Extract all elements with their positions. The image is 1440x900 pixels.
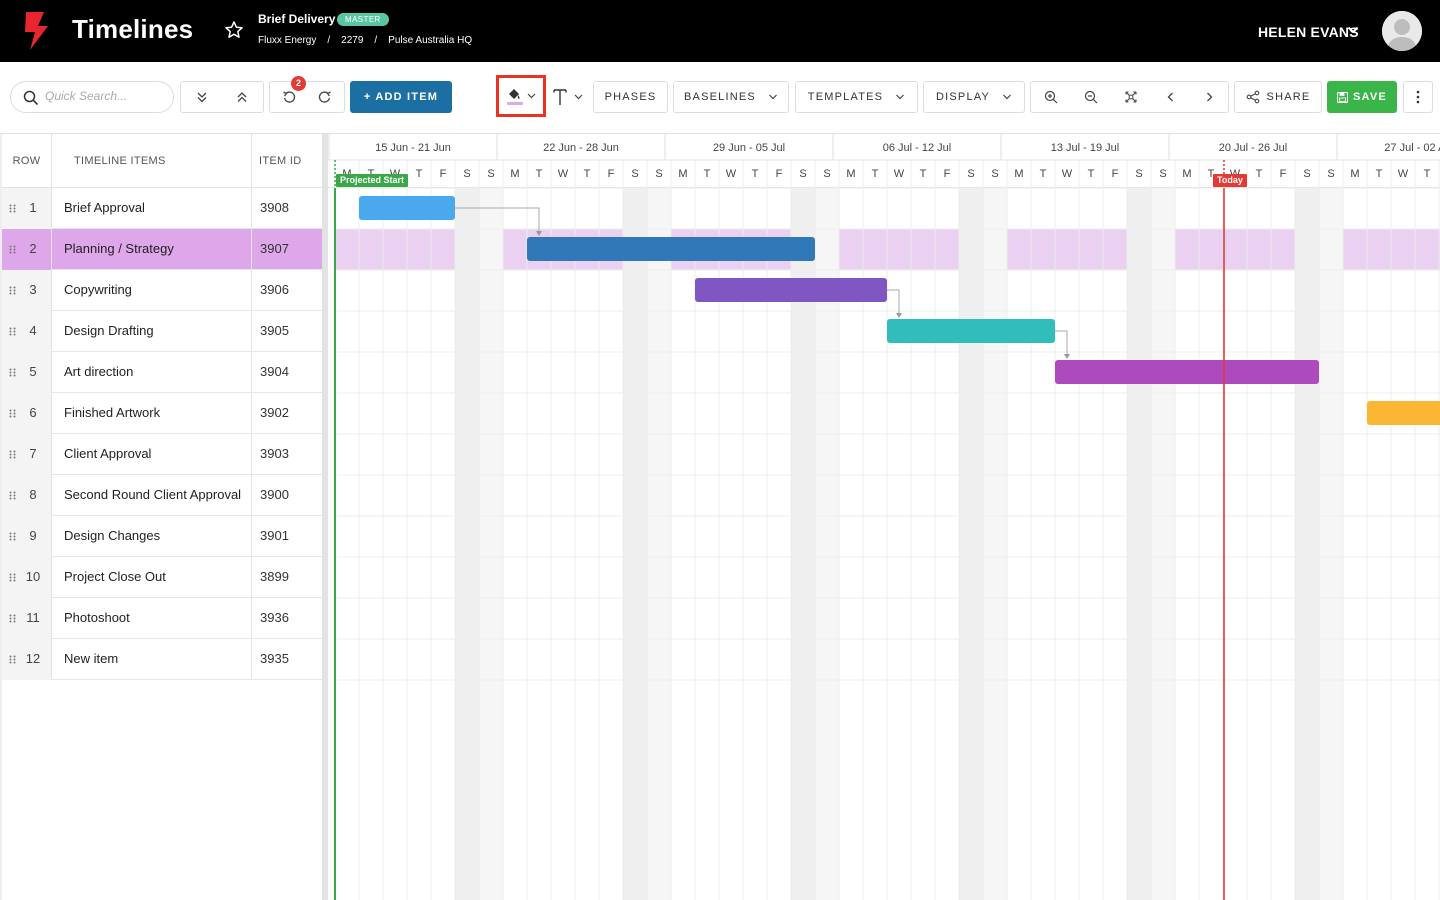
dependency-arrow [896,313,902,318]
dependency-link[interactable] [455,207,540,235]
today-marker: Today [1213,174,1247,187]
projected-start-marker: Projected Start [336,174,409,187]
dependency-link[interactable] [1055,330,1068,358]
dependency-link[interactable] [887,289,900,317]
dependency-links [455,188,1225,900]
dependency-arrow [1064,354,1070,359]
dependency-arrow [536,231,542,236]
